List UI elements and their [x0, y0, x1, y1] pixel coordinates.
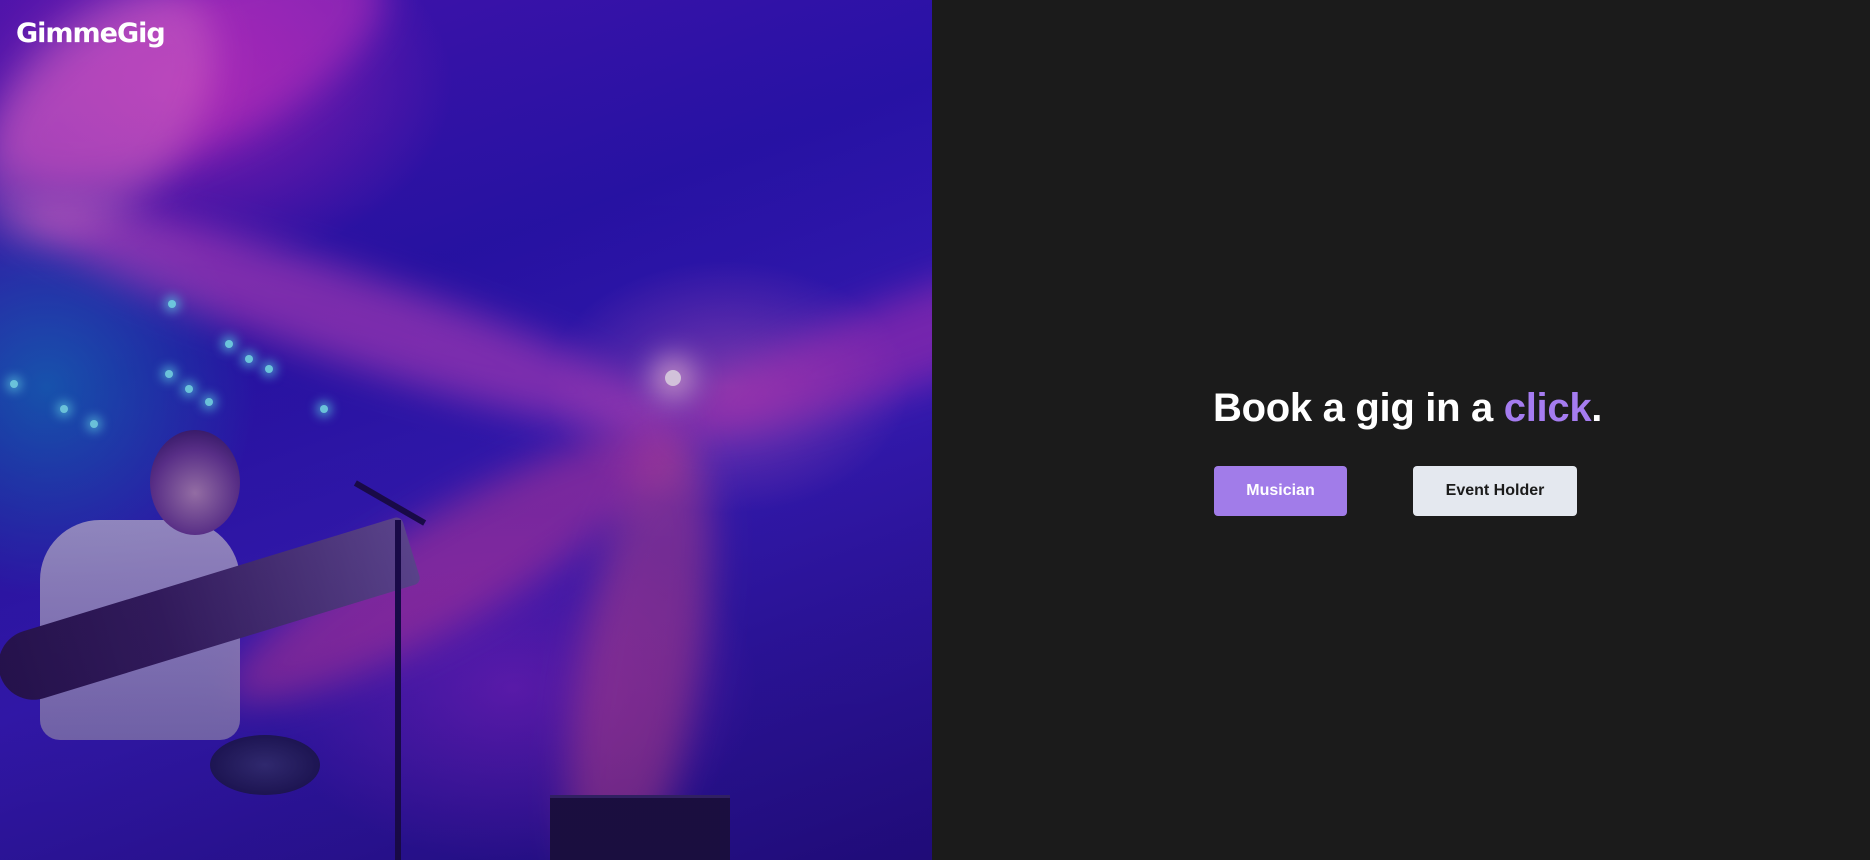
hero-image: GimmeGig: [0, 0, 932, 860]
musician-button[interactable]: Musician: [1214, 466, 1347, 516]
headline-accent: click: [1503, 386, 1592, 430]
headline-suffix: .: [1591, 386, 1603, 430]
event-holder-button[interactable]: Event Holder: [1413, 466, 1577, 516]
headline-prefix: Book a gig in a: [1213, 386, 1504, 430]
landing-page: GimmeGig Book a gig in a click. Musician…: [0, 0, 1870, 860]
role-buttons: Musician Event Holder: [1213, 466, 1593, 518]
cta-panel: Book a gig in a click. Musician Event Ho…: [932, 0, 1870, 860]
gimmegig-logo[interactable]: GimmeGig: [16, 18, 166, 49]
hero-overlay: [0, 0, 932, 860]
headline: Book a gig in a click.: [1213, 386, 1602, 431]
cta-section: Book a gig in a click. Musician Event Ho…: [1213, 386, 1602, 516]
